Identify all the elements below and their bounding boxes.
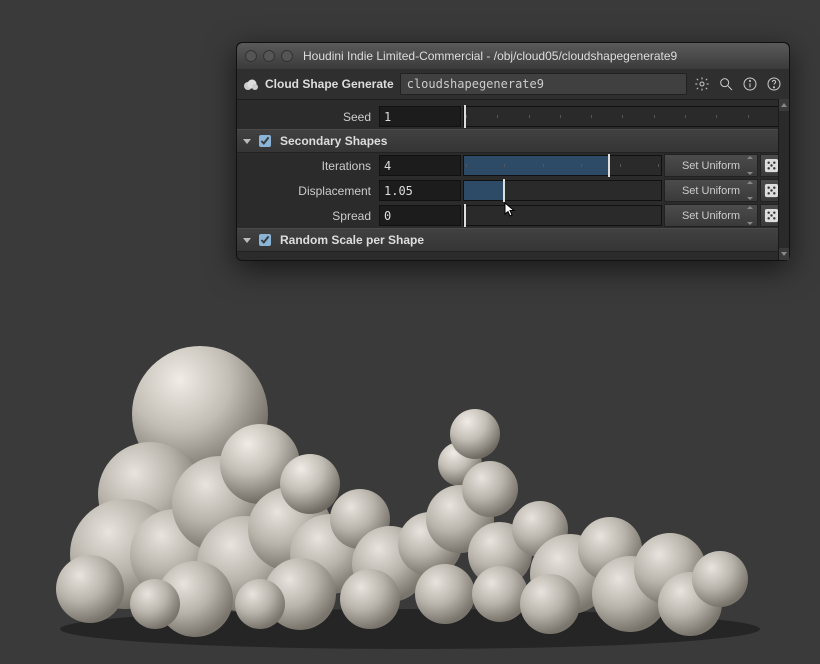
dice-icon xyxy=(764,208,779,223)
random-scale-section[interactable]: Random Scale per Shape xyxy=(237,228,789,252)
node-name-input[interactable] xyxy=(400,73,687,95)
displacement-input[interactable] xyxy=(379,180,461,201)
seed-input[interactable] xyxy=(379,106,461,127)
displacement-row: Displacement Set Uniform xyxy=(237,178,789,203)
displacement-label: Displacement xyxy=(243,184,377,198)
displacement-mode-menu[interactable]: Set Uniform xyxy=(664,179,758,202)
dice-icon xyxy=(764,183,779,198)
spread-row: Spread Set Uniform xyxy=(237,203,789,228)
scroll-down-arrow-icon[interactable] xyxy=(779,248,789,260)
window-titlebar[interactable]: Houdini Indie Limited-Commercial - /obj/… xyxy=(237,43,789,69)
seed-row: Seed xyxy=(237,104,789,129)
panel-scrollbar[interactable] xyxy=(778,99,789,260)
iterations-row: Iterations Set Uniform xyxy=(237,153,789,178)
window-title: Houdini Indie Limited-Commercial - /obj/… xyxy=(303,49,677,63)
iterations-slider[interactable] xyxy=(463,155,662,176)
gear-icon[interactable] xyxy=(693,75,711,93)
parameter-panel: Houdini Indie Limited-Commercial - /obj/… xyxy=(236,42,790,261)
zoom-dot[interactable] xyxy=(281,50,293,62)
disclosure-triangle-icon[interactable] xyxy=(243,238,251,243)
random-scale-title: Random Scale per Shape xyxy=(280,233,424,247)
secondary-shapes-title: Secondary Shapes xyxy=(280,134,387,148)
iterations-input[interactable] xyxy=(379,155,461,176)
spread-label: Spread xyxy=(243,209,377,223)
parameter-body: Seed Secondary Shapes Iterations Set Uni… xyxy=(237,100,789,260)
displacement-slider[interactable] xyxy=(463,180,662,201)
spread-input[interactable] xyxy=(379,205,461,226)
scroll-up-arrow-icon[interactable] xyxy=(779,99,789,111)
minimize-dot[interactable] xyxy=(263,50,275,62)
search-icon[interactable] xyxy=(717,75,735,93)
node-type-label: Cloud Shape Generate xyxy=(265,77,394,91)
seed-slider[interactable] xyxy=(463,106,783,127)
spread-mode-menu[interactable]: Set Uniform xyxy=(664,204,758,227)
secondary-shapes-section[interactable]: Secondary Shapes xyxy=(237,129,789,153)
info-icon[interactable] xyxy=(741,75,759,93)
help-icon[interactable] xyxy=(765,75,783,93)
random-scale-checkbox[interactable] xyxy=(259,234,271,246)
disclosure-triangle-icon[interactable] xyxy=(243,139,251,144)
node-toolbar: Cloud Shape Generate xyxy=(237,69,789,100)
cloud-node-icon xyxy=(243,76,259,92)
secondary-shapes-checkbox[interactable] xyxy=(259,135,271,147)
dice-icon xyxy=(764,158,779,173)
iterations-label: Iterations xyxy=(243,159,377,173)
spread-slider[interactable] xyxy=(463,205,662,226)
seed-label: Seed xyxy=(243,110,377,124)
viewport-cloud-geometry xyxy=(30,294,790,654)
iterations-mode-menu[interactable]: Set Uniform xyxy=(664,154,758,177)
close-dot[interactable] xyxy=(245,50,257,62)
